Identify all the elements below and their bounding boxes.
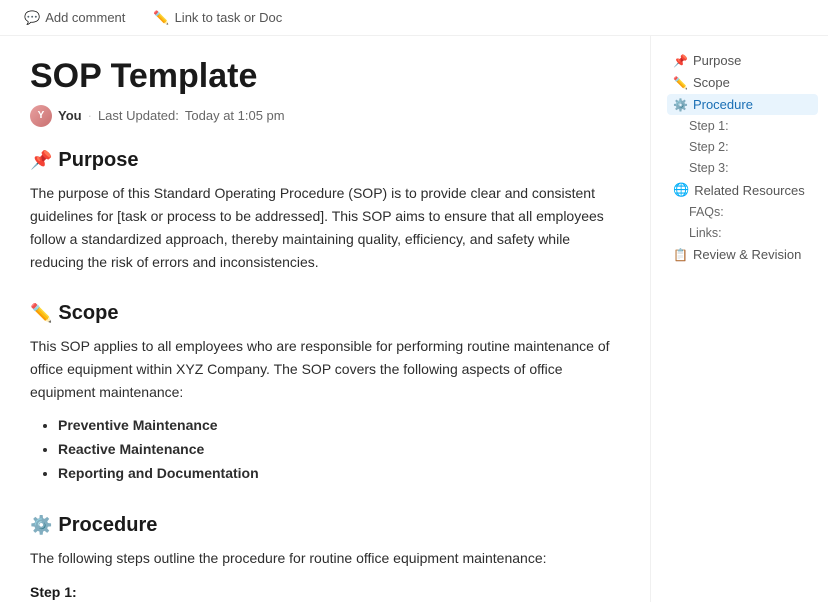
sidebar-scope-label: Scope — [693, 75, 730, 90]
meta-divider: · — [88, 108, 92, 123]
sidebar-purpose-label: Purpose — [693, 53, 741, 68]
sidebar-item-step3[interactable]: Step 3: — [667, 158, 818, 178]
scope-section: ✏️ Scope This SOP applies to all employe… — [30, 302, 610, 486]
purpose-icon: 📌 — [30, 150, 52, 171]
sidebar-item-step1[interactable]: Step 1: — [667, 116, 818, 136]
avatar: Y — [30, 105, 52, 127]
sidebar-review-icon: 📋 — [673, 248, 688, 262]
purpose-heading-text: Purpose — [58, 149, 138, 172]
sidebar-links-label: Links: — [689, 226, 722, 240]
layout: SOP Template Y You · Last Updated: Today… — [0, 36, 828, 602]
scope-bullet-list: Preventive Maintenance Reactive Maintena… — [30, 414, 610, 485]
last-updated-timestamp: Today at 1:05 pm — [185, 108, 285, 123]
link-task-button[interactable]: ✏️ Link to task or Doc — [149, 8, 286, 28]
procedure-icon: ⚙️ — [30, 515, 52, 536]
sidebar: 📌 Purpose ✏️ Scope ⚙️ Procedure Step 1: … — [650, 36, 828, 602]
sidebar-item-purpose[interactable]: 📌 Purpose — [667, 50, 818, 71]
sidebar-procedure-icon: ⚙️ — [673, 98, 688, 112]
sidebar-item-procedure[interactable]: ⚙️ Procedure — [667, 94, 818, 115]
add-comment-label: Add comment — [45, 10, 125, 25]
last-updated-label: Last Updated: — [98, 108, 179, 123]
purpose-heading: 📌 Purpose — [30, 149, 610, 172]
add-comment-button[interactable]: 💬 Add comment — [20, 8, 129, 28]
scope-heading: ✏️ Scope — [30, 302, 610, 325]
step1-heading: Step 1: — [30, 584, 610, 600]
sidebar-procedure-label: Procedure — [693, 97, 753, 112]
page-meta: Y You · Last Updated: Today at 1:05 pm — [30, 105, 610, 127]
procedure-section: ⚙️ Procedure The following steps outline… — [30, 514, 610, 602]
meta-user: You — [58, 108, 82, 123]
scope-icon: ✏️ — [30, 303, 52, 324]
procedure-heading: ⚙️ Procedure — [30, 514, 610, 537]
list-item: Preventive Maintenance — [58, 414, 610, 438]
purpose-section: 📌 Purpose The purpose of this Standard O… — [30, 149, 610, 274]
link-icon: ✏️ — [153, 10, 169, 26]
comment-icon: 💬 — [24, 10, 40, 26]
purpose-body: The purpose of this Standard Operating P… — [30, 182, 610, 274]
sidebar-related-icon: 🌐 — [673, 182, 689, 198]
sidebar-item-step2[interactable]: Step 2: — [667, 137, 818, 157]
page-title: SOP Template — [30, 56, 610, 97]
sidebar-item-links[interactable]: Links: — [667, 223, 818, 243]
scope-heading-text: Scope — [58, 302, 118, 325]
sidebar-scope-icon: ✏️ — [673, 76, 688, 90]
sidebar-item-faqs[interactable]: FAQs: — [667, 202, 818, 222]
list-item: Reactive Maintenance — [58, 438, 610, 462]
procedure-heading-text: Procedure — [58, 514, 157, 537]
link-task-label: Link to task or Doc — [175, 10, 283, 25]
sidebar-item-scope[interactable]: ✏️ Scope — [667, 72, 818, 93]
sidebar-step2-label: Step 2: — [689, 140, 729, 154]
sidebar-purpose-icon: 📌 — [673, 54, 688, 68]
sidebar-item-related[interactable]: 🌐 Related Resources — [667, 179, 818, 201]
sidebar-related-label: Related Resources — [694, 183, 805, 198]
main-content: SOP Template Y You · Last Updated: Today… — [0, 36, 650, 602]
sidebar-step3-label: Step 3: — [689, 161, 729, 175]
toolbar: 💬 Add comment ✏️ Link to task or Doc — [0, 0, 828, 36]
list-item: Reporting and Documentation — [58, 462, 610, 486]
sidebar-item-review[interactable]: 📋 Review & Revision — [667, 244, 818, 265]
sidebar-faqs-label: FAQs: — [689, 205, 724, 219]
sidebar-step1-label: Step 1: — [689, 119, 729, 133]
scope-intro: This SOP applies to all employees who ar… — [30, 335, 610, 404]
procedure-intro: The following steps outline the procedur… — [30, 547, 610, 570]
sidebar-review-label: Review & Revision — [693, 247, 801, 262]
